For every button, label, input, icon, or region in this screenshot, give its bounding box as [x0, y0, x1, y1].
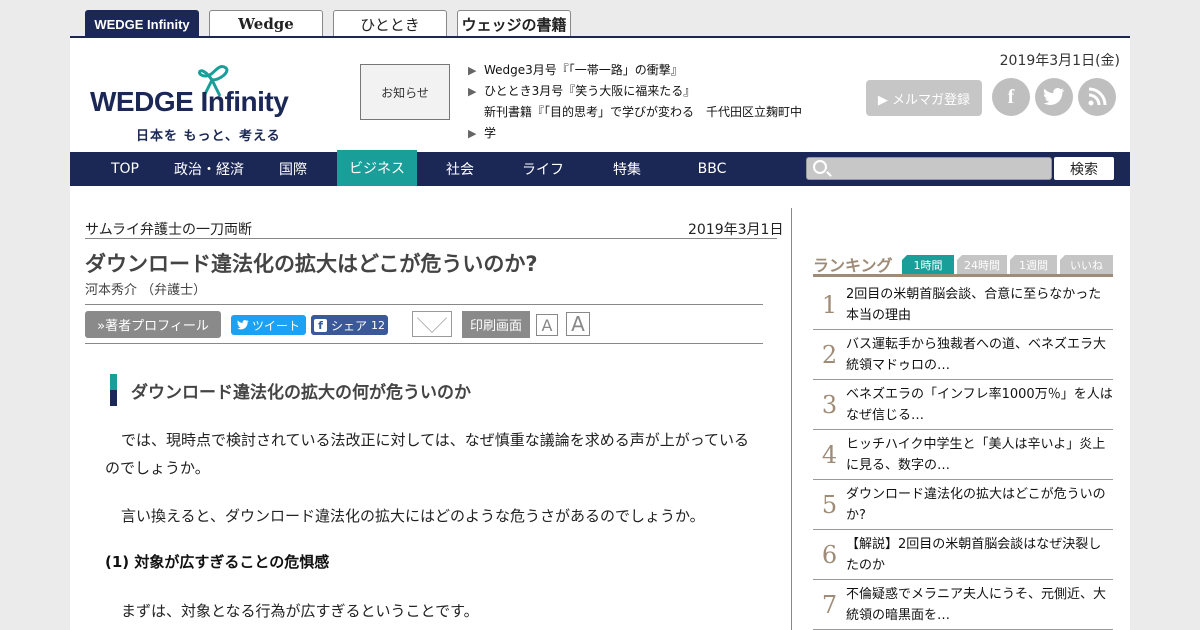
ranking-item[interactable]: 6 【解説】2回目の米朝首脳会談はなぜ決裂したのか — [813, 530, 1113, 580]
divider — [85, 238, 777, 239]
rank-number: 2 — [821, 340, 838, 369]
paragraph: 言い換えると、ダウンロード違法化の拡大にはどのような危うさがあるのでしょうか。 — [121, 507, 705, 525]
print-button[interactable]: 印刷画面 — [462, 311, 530, 338]
arrow-right-icon: ▶ — [468, 64, 477, 77]
rank-title: 不倫疑惑でメラニア夫人にうそ、元側近、大統領の暗黒面を… — [846, 586, 1107, 623]
mail-icon[interactable] — [412, 311, 452, 337]
nav-item-business[interactable]: ビジネス — [337, 150, 417, 186]
main-nav: TOP 政治・経済 国際 ビジネス 社会 ライフ 特集 BBC 検索 — [70, 150, 1130, 186]
site-tab-wedge[interactable]: Wedge — [209, 10, 323, 37]
notice-list: ▶ Wedge3月号『「一帯一路」の衝撃』 ▶ ひととき3月号『笑う大阪に福来た… — [468, 60, 813, 144]
column-divider — [791, 208, 792, 630]
rank-number: 1 — [821, 290, 838, 319]
page: WEDGE Infinity 日本を もっと、考える お知らせ ▶ Wedge3… — [70, 36, 1130, 630]
ranking-underline — [813, 274, 1113, 277]
ranking-tab-likes[interactable]: いいね — [1060, 255, 1113, 274]
article-date: 2019年3月1日 — [688, 222, 784, 238]
font-size-small-button[interactable]: A — [536, 314, 558, 336]
notice-label: お知らせ — [360, 64, 450, 120]
rank-title: ヒッチハイク中学生と「美人は辛いよ」炎上に見る、数字の… — [846, 436, 1106, 473]
facebook-icon[interactable]: f — [992, 78, 1030, 116]
font-size-large-button[interactable]: A — [566, 312, 590, 336]
site-logo[interactable]: WEDGE Infinity 日本を もっと、考える — [88, 56, 318, 144]
site-tab-books[interactable]: ウェッジの書籍 — [457, 10, 571, 37]
share-count: 12 — [371, 318, 385, 332]
nav-item-society[interactable]: 社会 — [425, 152, 495, 186]
logo-tagline: 日本を もっと、考える — [136, 129, 281, 144]
rank-number: 5 — [821, 490, 838, 519]
ranking-item[interactable]: 2 バス運転手から独裁者への道、ベネズエラ大統領マドゥロの… — [813, 330, 1113, 380]
rank-number: 4 — [821, 440, 838, 469]
rank-number: 6 — [821, 540, 838, 569]
logo-text: WEDGE Infinity — [90, 86, 289, 117]
site-tab-wedge-infinity[interactable]: WEDGE Infinity — [85, 10, 199, 37]
ranking-tab-1h[interactable]: 1時間 — [902, 255, 954, 274]
article-title: ダウンロード違法化の拡大はどこが危ういのか? — [85, 252, 538, 276]
ranking-tab-24h[interactable]: 24時間 — [957, 255, 1007, 274]
ranking-item[interactable]: 4 ヒッチハイク中学生と「美人は辛いよ」炎上に見る、数字の… — [813, 430, 1113, 480]
current-date: 2019年3月1日(金) — [999, 53, 1120, 69]
ranking-item[interactable]: 5 ダウンロード違法化の拡大はどこが危ういのか? — [813, 480, 1113, 530]
nav-item-life[interactable]: ライフ — [508, 152, 578, 186]
site-tab-hitotoki[interactable]: ひととき — [333, 10, 447, 37]
divider — [85, 304, 763, 305]
twitter-icon — [237, 320, 249, 330]
nav-item-feature[interactable]: 特集 — [592, 152, 662, 186]
rss-icon[interactable] — [1078, 78, 1116, 116]
rank-number: 3 — [821, 390, 838, 419]
article-author: 河本秀介 （弁護士） — [85, 283, 207, 298]
search-input[interactable] — [806, 157, 1052, 180]
search-icon — [813, 160, 827, 174]
search-button[interactable]: 検索 — [1054, 157, 1114, 180]
divider — [85, 343, 763, 344]
newsletter-button[interactable]: ▶ メルマガ登録 — [866, 80, 982, 116]
notice-item[interactable]: ▶ ひととき3月号『笑う大阪に福来たる』 — [468, 81, 813, 102]
series-name[interactable]: サムライ弁護士の一刀両断 — [85, 219, 252, 239]
ranking-item[interactable]: 7 不倫疑惑でメラニア夫人にうそ、元側近、大統領の暗黒面を… — [813, 580, 1113, 630]
rank-title: ベネズエラの「インフレ率1000万％」を人はなぜ信じる… — [846, 386, 1113, 423]
site-tabs: WEDGE Infinity Wedge ひととき ウェッジの書籍 — [85, 10, 571, 37]
nav-item-top[interactable]: TOP — [90, 152, 160, 186]
arrow-right-icon: ▶ — [468, 127, 477, 140]
heading-marker — [110, 374, 117, 406]
ranking-item[interactable]: 3 ベネズエラの「インフレ率1000万％」を人はなぜ信じる… — [813, 380, 1113, 430]
tweet-button[interactable]: ツイート — [231, 315, 306, 335]
section-heading: ダウンロード違法化の拡大の何が危ういのか — [110, 374, 471, 406]
nav-item-international[interactable]: 国際 — [260, 152, 326, 186]
author-profile-button[interactable]: »著者プロフィール — [85, 311, 221, 338]
subheading: (1) 対象が広すぎることの危惧感 — [105, 553, 330, 571]
rank-number: 7 — [821, 590, 838, 619]
ranking-list: 1 2回目の米朝首脳会談、合意に至らなかった本当の理由 2 バス運転手から独裁者… — [813, 280, 1113, 630]
rank-title: ダウンロード違法化の拡大はどこが危ういのか? — [846, 486, 1106, 523]
notice-item[interactable]: ▶ 新刊書籍『「目的思考」で学びが変わる 千代田区立麹町中学 校校長・工藤勇一の… — [468, 102, 813, 144]
arrow-right-icon: ▶ — [468, 85, 477, 98]
nav-item-bbc[interactable]: BBC — [677, 152, 747, 186]
rank-title: 2回目の米朝首脳会談、合意に至らなかった本当の理由 — [846, 286, 1102, 323]
facebook-icon: f — [313, 318, 327, 332]
paragraph: では、現時点で検討されている法改正に対しては、なぜ慎重な議論を求める声が上がって… — [105, 431, 750, 477]
rank-title: 【解説】2回目の米朝首脳会談はなぜ決裂したのか — [846, 536, 1102, 573]
paragraph: まずは、対象となる行為が広すぎるということです。 — [121, 602, 479, 620]
twitter-icon[interactable] — [1035, 78, 1073, 116]
notice-item[interactable]: ▶ Wedge3月号『「一帯一路」の衝撃』 — [468, 60, 813, 81]
ranking-title: ランキング — [813, 256, 893, 275]
facebook-share-button[interactable]: f シェア 12 — [311, 315, 388, 335]
ranking-item[interactable]: 1 2回目の米朝首脳会談、合意に至らなかった本当の理由 — [813, 280, 1113, 330]
ranking-tab-1w[interactable]: 1週間 — [1010, 255, 1057, 274]
rank-title: バス運転手から独裁者への道、ベネズエラ大統領マドゥロの… — [846, 336, 1107, 373]
nav-item-politics[interactable]: 政治・経済 — [166, 152, 252, 186]
